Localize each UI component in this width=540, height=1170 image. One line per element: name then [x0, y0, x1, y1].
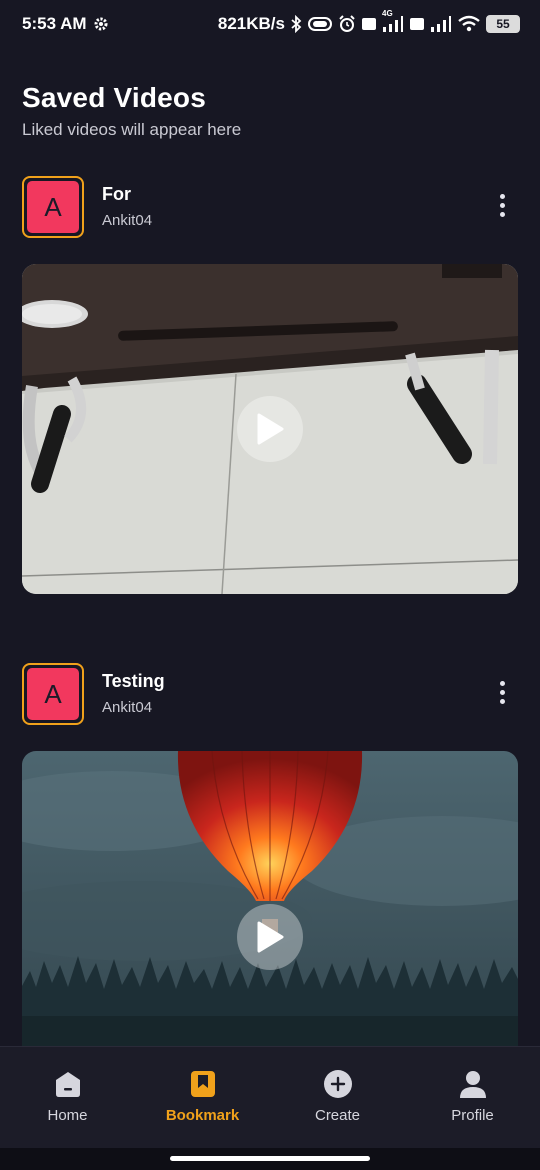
- more-dot-icon: [499, 193, 505, 199]
- more-dot-icon: [499, 680, 505, 686]
- play-button[interactable]: [237, 904, 303, 970]
- video-card-header: A For Ankit04: [22, 176, 518, 240]
- play-icon: [257, 413, 284, 445]
- nav-label-home: Home: [47, 1107, 88, 1124]
- volte-icon-2: [409, 16, 425, 32]
- signal-icon-2: [430, 15, 452, 33]
- battery-icon: 55: [486, 15, 520, 33]
- avatar-letter: A: [27, 181, 79, 233]
- video-username[interactable]: Ankit04: [102, 699, 152, 716]
- nav-item-home[interactable]: Home: [8, 1069, 128, 1124]
- avatar[interactable]: A: [22, 663, 84, 725]
- network-badge: 4G: [382, 9, 393, 18]
- more-dot-icon: [499, 211, 505, 217]
- status-bar: 5:53 AM 821KB/s 4G 55: [0, 0, 540, 48]
- video-thumbnail[interactable]: [22, 264, 518, 594]
- signal-icon: 4G: [382, 9, 404, 33]
- net-speed: 821KB/s: [217, 14, 285, 33]
- video-card-header: A Testing Ankit04: [22, 663, 518, 727]
- page-header: Saved Videos Liked videos will appear he…: [22, 82, 241, 140]
- status-right: 821KB/s 4G 55: [217, 9, 520, 34]
- plus-circle-icon: [323, 1069, 353, 1099]
- page-subtitle: Liked videos will appear here: [22, 120, 242, 139]
- more-options-button[interactable]: [490, 190, 514, 220]
- nav-label-profile: Profile: [451, 1107, 494, 1124]
- avatar[interactable]: A: [22, 176, 84, 238]
- bottom-navigation: Home Bookmark Create Profile: [0, 1046, 540, 1148]
- home-icon: [53, 1069, 83, 1099]
- video-username[interactable]: Ankit04: [102, 212, 152, 229]
- saved-videos-screen: 5:53 AM 821KB/s 4G 55 Saved Videos Liked…: [0, 0, 540, 1170]
- more-dot-icon: [499, 689, 505, 695]
- wifi-icon: [457, 15, 481, 33]
- bluetooth-icon: [290, 15, 302, 33]
- volte-icon: [361, 16, 377, 32]
- more-dot-icon: [499, 698, 505, 704]
- play-icon: [257, 921, 284, 953]
- video-card: A For Ankit04: [22, 176, 518, 594]
- bookmark-icon: [188, 1069, 218, 1099]
- video-card: A Testing Ankit04: [22, 663, 518, 1061]
- page-title: Saved Videos: [22, 82, 206, 113]
- avatar-letter: A: [27, 668, 79, 720]
- person-icon: [458, 1069, 488, 1099]
- gear-icon: [93, 16, 109, 32]
- vibrate-icon: [307, 16, 333, 32]
- alarm-icon: [338, 15, 356, 33]
- status-time: 5:53 AM: [22, 14, 87, 33]
- nav-label-bookmark: Bookmark: [165, 1107, 240, 1124]
- play-button[interactable]: [237, 396, 303, 462]
- more-options-button[interactable]: [490, 677, 514, 707]
- home-gesture-pill[interactable]: [170, 1156, 370, 1161]
- video-thumbnail[interactable]: [22, 751, 518, 1061]
- nav-item-create[interactable]: Create: [278, 1069, 398, 1124]
- more-dot-icon: [499, 202, 505, 208]
- nav-item-bookmark[interactable]: Bookmark: [143, 1069, 263, 1124]
- nav-label-create: Create: [314, 1107, 361, 1124]
- video-title: For: [102, 184, 131, 204]
- nav-item-profile[interactable]: Profile: [413, 1069, 533, 1124]
- status-left: 5:53 AM: [22, 14, 109, 34]
- gesture-bar: [0, 1148, 540, 1170]
- video-title: Testing: [102, 671, 165, 691]
